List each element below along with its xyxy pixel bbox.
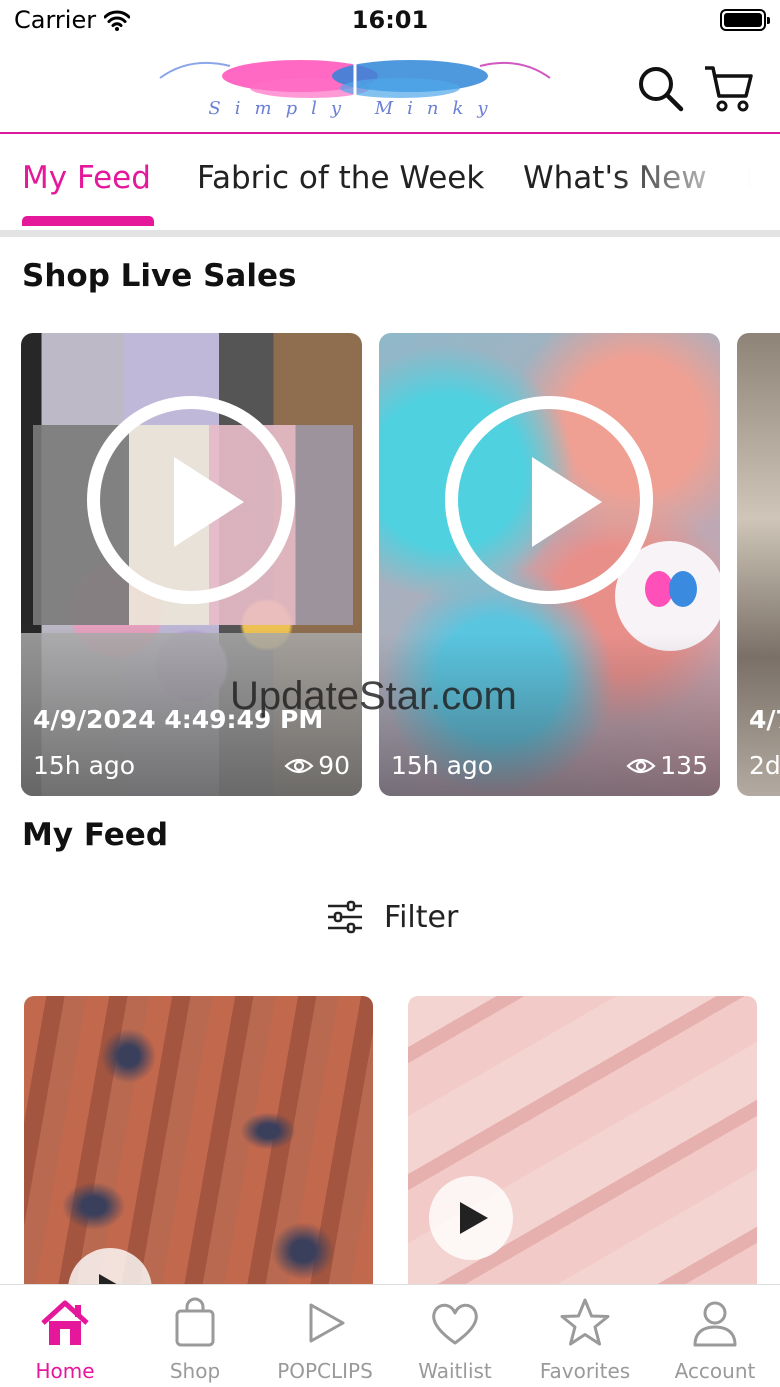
nav-label-account: Account	[674, 1359, 756, 1383]
logo-text: Simply Minky	[208, 98, 502, 119]
live-sale-views: 90	[284, 751, 350, 780]
feed-item[interactable]	[408, 996, 757, 1296]
filter-sliders-icon	[328, 900, 362, 934]
nav-label-shop: Shop	[169, 1359, 221, 1383]
nav-label-favorites: Favorites	[539, 1359, 631, 1383]
play-icon[interactable]	[445, 396, 653, 604]
eye-icon	[284, 758, 314, 773]
nav-label-home: Home	[35, 1359, 95, 1383]
bottom-nav: Home Shop POPCLIPS Waitlist Favorites Ac…	[0, 1284, 780, 1387]
tab-my-feed[interactable]: My Feed	[22, 160, 151, 196]
cart-icon[interactable]	[702, 62, 754, 114]
live-sale-date: 4/7	[749, 705, 780, 734]
active-tab-indicator	[22, 216, 154, 226]
home-icon	[41, 1300, 89, 1345]
tabs-fade-overlay	[610, 136, 780, 230]
filter-label: Filter	[384, 899, 459, 935]
live-sale-views: 135	[626, 751, 708, 780]
heart-icon	[432, 1303, 478, 1345]
person-icon	[693, 1301, 737, 1347]
live-sale-age: 15h ago	[391, 751, 494, 780]
views-count: 135	[660, 751, 708, 780]
play-icon[interactable]	[429, 1176, 513, 1260]
live-sale-age: 2d	[749, 751, 780, 780]
live-sale-card[interactable]: 4/7 2d	[737, 333, 780, 796]
views-count: 90	[318, 751, 350, 780]
watermark: UpdateStar.com	[230, 674, 517, 718]
brand-logo[interactable]: Simply Minky	[150, 52, 560, 130]
battery-icon	[720, 9, 770, 31]
play-icon[interactable]	[87, 396, 295, 604]
nav-item-shop[interactable]: Shop	[130, 1285, 260, 1387]
filter-button[interactable]: Filter	[326, 896, 458, 938]
shopping-bag-icon	[175, 1297, 215, 1347]
live-sale-card[interactable]: 4/9/2024 4:49:49 PM 15h ago 90	[21, 333, 362, 796]
app-header: Simply Minky	[0, 44, 780, 134]
nav-label-popclips: POPCLIPS	[277, 1359, 373, 1383]
star-icon	[560, 1298, 610, 1346]
live-sale-age: 15h ago	[33, 751, 136, 780]
nav-label-waitlist: Waitlist	[418, 1359, 492, 1383]
tab-fabric-of-the-week[interactable]: Fabric of the Week	[197, 160, 484, 196]
feed-item[interactable]	[24, 996, 373, 1296]
search-icon[interactable]	[634, 62, 686, 114]
nav-item-home[interactable]: Home	[0, 1285, 130, 1387]
nav-item-waitlist[interactable]: Waitlist	[390, 1285, 520, 1387]
eye-icon	[626, 758, 656, 773]
category-tabs: My Feed Fabric of the Week What's New L	[0, 136, 780, 230]
feed-title: My Feed	[22, 817, 169, 853]
live-sale-card[interactable]: 15h ago 135	[379, 333, 720, 796]
play-icon	[309, 1303, 345, 1343]
status-bar: Carrier 16:01	[0, 0, 780, 44]
nav-item-favorites[interactable]: Favorites	[520, 1285, 650, 1387]
nav-item-account[interactable]: Account	[650, 1285, 780, 1387]
status-time: 16:01	[351, 6, 429, 34]
tabs-divider	[0, 230, 780, 237]
nav-item-popclips[interactable]: POPCLIPS	[260, 1285, 390, 1387]
live-sales-title: Shop Live Sales	[22, 258, 297, 294]
